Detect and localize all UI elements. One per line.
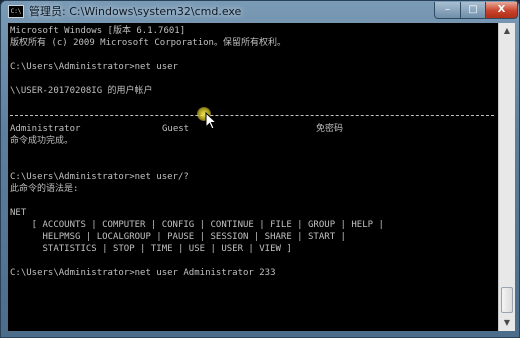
window-title: 管理员: C:\Windows\system32\cmd.exe — [29, 5, 242, 18]
console-line: STATISTICS | STOP | TIME | USE | USER | … — [10, 244, 292, 254]
account-name: 免密码 — [316, 124, 344, 134]
console-line: C:\Users\Administrator>net user/? — [10, 172, 189, 182]
account-name: Guest — [162, 124, 190, 134]
console-line: 命令成功完成。 — [10, 136, 74, 146]
console-line: 版权所有 (c) 2009 Microsoft Corporation。保留所有… — [10, 38, 286, 48]
console-line: C:\Users\Administrator>net user — [10, 62, 178, 72]
account-name: Administrator — [10, 124, 81, 134]
separator-line — [10, 115, 494, 116]
maximize-button[interactable]: □ — [460, 2, 486, 19]
console-line: NET — [10, 208, 27, 218]
console-line: 此命令的语法是: — [10, 184, 79, 194]
scrollbar-thumb[interactable] — [501, 287, 513, 313]
console-line: [ ACCOUNTS | COMPUTER | CONFIG | CONTINU… — [10, 220, 384, 230]
console-line: HELPMSG | LOCALGROUP | PAUSE | SESSION |… — [10, 232, 346, 242]
console-line: Microsoft Windows [版本 6.1.7601] — [10, 26, 186, 36]
mouse-pointer-icon — [205, 112, 217, 130]
cmd-window: C:\ 管理员: C:\Windows\system32\cmd.exe – □… — [0, 0, 520, 338]
close-button[interactable]: X — [485, 2, 518, 19]
console-line: \\USER-20170208IG 的用户帐户 — [10, 86, 153, 96]
console-output[interactable]: Microsoft Windows [版本 6.1.7601] 版权所有 (c)… — [8, 23, 498, 331]
vertical-scrollbar[interactable]: ▲ ▼ — [498, 23, 515, 331]
scroll-up-arrow-icon[interactable]: ▲ — [500, 23, 514, 39]
title-bar[interactable]: C:\ 管理员: C:\Windows\system32\cmd.exe – □… — [1, 1, 519, 23]
scroll-down-arrow-icon[interactable]: ▼ — [500, 315, 514, 331]
cmd-app-icon[interactable]: C:\ — [8, 5, 24, 18]
minimize-button[interactable]: – — [434, 2, 461, 19]
console-line: C:\Users\Administrator>net user Administ… — [10, 268, 276, 278]
